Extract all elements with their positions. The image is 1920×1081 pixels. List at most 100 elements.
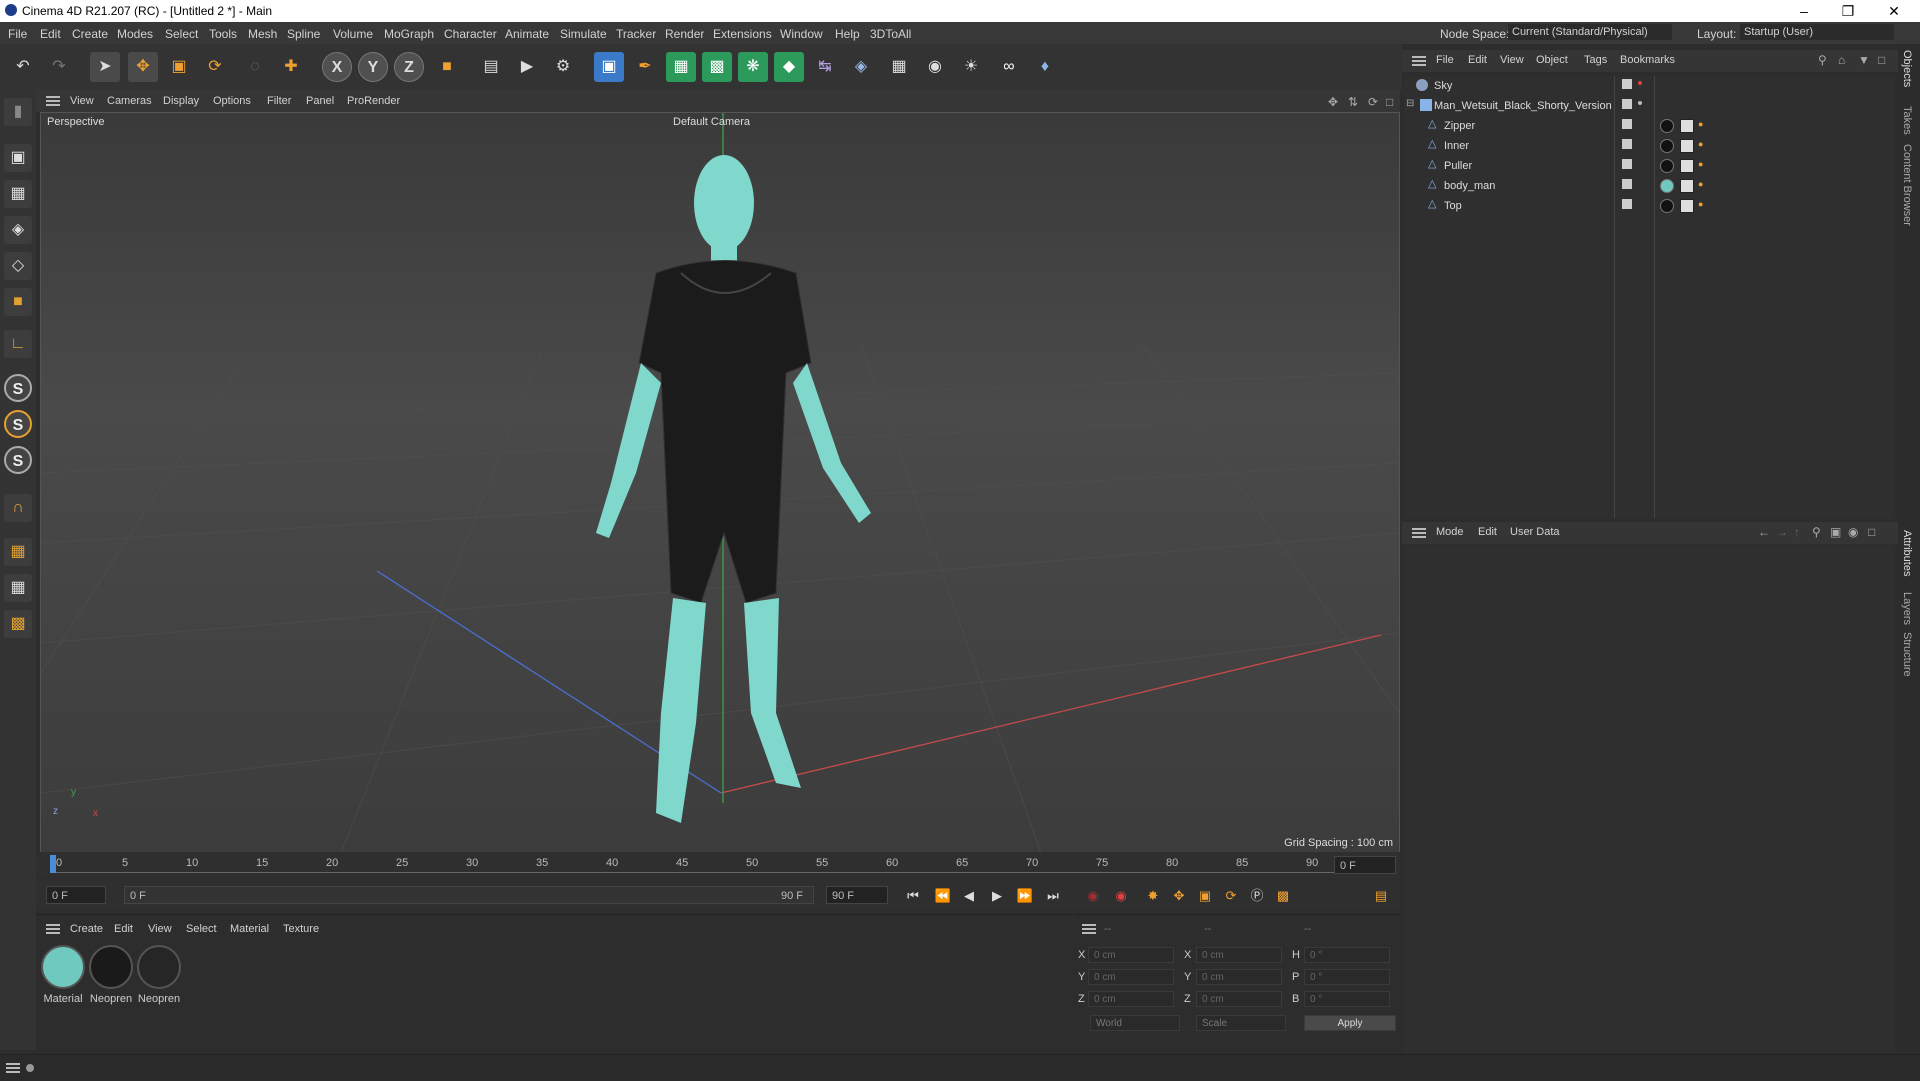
workplane-icon[interactable]: ▦ [4,538,32,566]
object-row-zipper[interactable]: △ Zipper ● [1404,116,1894,136]
vp-menu-view[interactable]: View [70,95,94,107]
render-region-icon[interactable]: ▤ [476,52,506,82]
sketch-icon[interactable]: ∞ [994,52,1024,82]
up-arrow-icon[interactable]: ↑ [1794,525,1800,539]
menu-help[interactable]: Help [835,27,860,41]
start-frame-field[interactable]: 0 F [46,886,106,904]
menu-extensions[interactable]: Extensions [713,27,772,41]
tab-structure[interactable]: Structure [1901,632,1913,677]
mat-menu-create[interactable]: Create [70,923,103,935]
object-row-inner[interactable]: △ Inner ● [1404,136,1894,156]
forward-arrow-icon[interactable]: → [1776,525,1788,539]
material-tag-icon[interactable] [1660,119,1674,133]
magnet-icon[interactable]: ∩ [4,494,32,522]
menu-tracker[interactable]: Tracker [616,27,656,41]
obj-menu-object[interactable]: Object [1536,54,1568,66]
node-space-dropdown[interactable]: Current (Standard/Physical) [1508,24,1672,40]
vp-menu-display[interactable]: Display [163,95,199,107]
search-icon[interactable]: ⚲ [1812,525,1821,539]
subdivision-icon[interactable]: ▦ [666,52,696,82]
field-icon[interactable]: ↹ [810,52,840,82]
next-frame-icon[interactable]: ⏩ [1014,885,1036,907]
timeline-window-icon[interactable]: ▤ [1370,885,1392,907]
mat-menu-edit[interactable]: Edit [114,923,133,935]
rotation-h-field[interactable]: 0 ° [1304,947,1390,963]
make-editable-icon[interactable]: ▮ [4,98,32,126]
uvw-tag-icon[interactable] [1680,179,1694,193]
restore-button[interactable]: ❐ [1828,2,1868,20]
snap-button-2[interactable]: S [4,410,32,438]
uvw-tag-icon[interactable] [1680,119,1694,133]
editor-visibility-icon[interactable] [1622,79,1632,89]
viewport-menu-icon[interactable] [46,96,60,106]
new-window-icon[interactable]: □ [1868,525,1875,539]
attribute-menu-icon[interactable] [1412,528,1426,538]
axis-y-button[interactable]: Y [358,52,388,82]
render-visibility-icon[interactable] [1638,81,1642,85]
coordinates-menu-icon[interactable] [1082,924,1096,934]
mat-menu-material[interactable]: Material [230,923,269,935]
expand-icon[interactable]: ⊟ [1406,98,1418,110]
pen-icon[interactable]: ✒ [630,52,660,82]
render-visibility-icon[interactable] [1638,101,1642,105]
editor-visibility-icon[interactable] [1622,99,1632,109]
cube-icon[interactable]: ▣ [594,52,624,82]
mat-menu-view[interactable]: View [148,923,172,935]
editor-visibility-icon[interactable] [1622,199,1632,209]
vp-menu-prorender[interactable]: ProRender [347,95,400,107]
pla-key-icon[interactable]: ▩ [1272,885,1294,907]
vp-menu-cameras[interactable]: Cameras [107,95,152,107]
maximize-view-icon[interactable]: □ [1386,95,1393,109]
coordinate-system-icon[interactable]: ■ [432,52,462,82]
scale-key-icon[interactable]: ▣ [1194,885,1216,907]
record-disabled-icon[interactable]: ◉ [1082,885,1104,907]
home-icon[interactable]: ⌂ [1838,53,1845,67]
menu-modes[interactable]: Modes [117,27,153,41]
position-key-icon[interactable]: ✥ [1168,885,1190,907]
object-row-top[interactable]: △ Top ● [1404,196,1894,216]
object-manager-menu-icon[interactable] [1412,56,1426,66]
undo-icon[interactable]: ↶ [8,52,38,82]
size-mode-dropdown[interactable]: Scale [1196,1015,1286,1031]
material-item[interactable]: Neopren [136,945,182,1005]
object-row-puller[interactable]: △ Puller ● [1404,156,1894,176]
mograph-cloner-icon[interactable]: ❋ [738,52,768,82]
previous-frame-icon[interactable]: ◀ [958,885,980,907]
object-row-body-man[interactable]: △ body_man ● [1404,176,1894,196]
obj-menu-file[interactable]: File [1436,54,1454,66]
orbit-icon[interactable]: ⟳ [1368,95,1378,109]
tab-objects[interactable]: Objects [1901,50,1913,87]
axis-x-button[interactable]: X [322,52,352,82]
uvw-tag-icon[interactable] [1680,199,1694,213]
obj-menu-view[interactable]: View [1500,54,1524,66]
axis-z-button[interactable]: Z [394,52,424,82]
redo-icon[interactable]: ↷ [44,52,74,82]
selection-tag-icon[interactable]: ● [1698,119,1710,131]
vp-menu-options[interactable]: Options [213,95,251,107]
polygons-mode-icon[interactable]: ■ [4,288,32,316]
material-tag-icon[interactable] [1660,179,1674,193]
deformer-icon[interactable]: ◆ [774,52,804,82]
scale-tool-icon[interactable]: ▣ [164,52,194,82]
menu-file[interactable]: File [8,27,27,41]
zoom-icon[interactable]: ⇅ [1348,95,1358,109]
position-y-field[interactable]: 0 cm [1088,969,1174,985]
perspective-viewport[interactable]: Perspective Default Camera Grid Spacing … [40,112,1400,854]
rotation-key-icon[interactable]: ⟳ [1220,885,1242,907]
points-mode-icon[interactable]: ◈ [4,216,32,244]
python-icon[interactable]: ♦ [1030,52,1060,82]
rotation-p-field[interactable]: 0 ° [1304,969,1390,985]
uvw-tag-icon[interactable] [1680,159,1694,173]
material-item[interactable]: Material [40,945,86,1005]
preview-range-slider[interactable]: 0 F 90 F [124,886,814,904]
menu-mograph[interactable]: MoGraph [384,27,434,41]
rotate-tool-icon[interactable]: ⟳ [200,52,230,82]
apply-button[interactable]: Apply [1304,1015,1396,1031]
menu-edit[interactable]: Edit [40,27,61,41]
menu-tools[interactable]: Tools [209,27,237,41]
tab-content-browser[interactable]: Content Browser [1901,144,1913,226]
tab-takes[interactable]: Takes [1901,106,1913,135]
render-settings-icon[interactable]: ⚙ [548,52,578,82]
size-x-field[interactable]: 0 cm [1196,947,1282,963]
axis-mode-icon[interactable]: ∟ [4,330,32,358]
